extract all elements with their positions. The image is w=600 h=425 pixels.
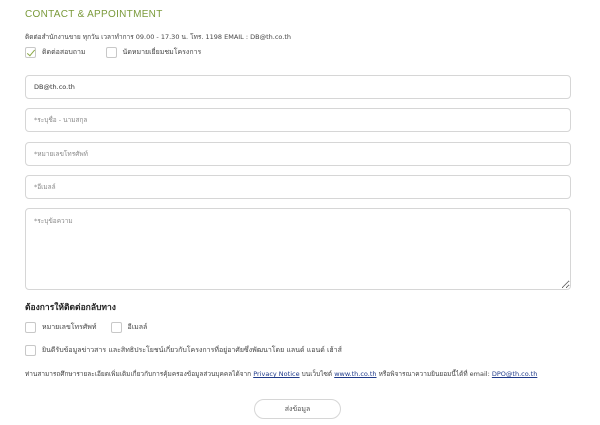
appointment-label: นัดหมายเยี่ยมชมโครงการ — [122, 48, 202, 56]
checkbox-box[interactable] — [105, 47, 117, 58]
checkbox-box[interactable] — [25, 345, 36, 356]
form-title: CONTACT & APPOINTMENT — [25, 9, 163, 20]
consent-checkbox[interactable]: ยินดีรับข้อมูลข่าวสาร และสิทธิประโยชน์เก… — [25, 345, 342, 356]
dpo-email-link[interactable]: DPO@th.co.th — [492, 370, 537, 378]
contact-email-checkbox[interactable]: อีเมลล์ — [110, 322, 148, 333]
email-input[interactable] — [25, 75, 571, 99]
name-input[interactable] — [25, 108, 571, 132]
email-confirm-input[interactable] — [25, 175, 571, 199]
contact-back-group: หมายเลขโทรศัพท์ อีเมลล์ — [25, 322, 147, 333]
phone-input[interactable] — [25, 142, 571, 166]
appointment-checkbox[interactable]: นัดหมายเยี่ยมชมโครงการ — [105, 47, 202, 58]
checkbox-box[interactable] — [25, 322, 36, 333]
contact-back-title: ต้องการให้ติดต่อกลับทาง — [25, 303, 116, 313]
contact-phone-checkbox[interactable]: หมายเลขโทรศัพท์ — [25, 322, 97, 333]
inquiry-label: ติดต่อสอบถาม — [42, 48, 86, 56]
inquiry-type-group: ติดต่อสอบถาม นัดหมายเยี่ยมชมโครงการ — [25, 47, 201, 58]
contact-email-label: อีเมลล์ — [127, 323, 148, 331]
checkbox-box[interactable] — [110, 322, 122, 333]
privacy-notice-link[interactable]: Privacy Notice — [253, 370, 299, 378]
contact-phone-label: หมายเลขโทรศัพท์ — [42, 323, 97, 331]
contact-info-line: ติดต่อสำนักงานขาย ทุกวัน เวลาทำการ 09.00… — [25, 33, 291, 41]
notice-suffix: หรือพิจารณาความยินยอมนี้ได้ที่ email: — [378, 370, 490, 378]
notice-prefix: ท่านสามารถศึกษารายละเอียดเพิ่มเติมเกี่ยว… — [25, 370, 252, 378]
consent-label: ยินดีรับข้อมูลข่าวสาร และสิทธิประโยชน์เก… — [42, 346, 342, 354]
message-textarea[interactable] — [25, 208, 571, 290]
submit-button[interactable]: ส่งข้อมูล — [254, 399, 341, 419]
notice-middle: บนเว็บไซต์ — [301, 370, 333, 378]
inquiry-checkbox[interactable]: ติดต่อสอบถาม — [25, 47, 86, 58]
privacy-notice: ท่านสามารถศึกษารายละเอียดเพิ่มเติมเกี่ยว… — [25, 369, 537, 379]
website-link[interactable]: www.th.co.th — [334, 370, 376, 378]
checkmark-icon[interactable] — [25, 47, 36, 58]
